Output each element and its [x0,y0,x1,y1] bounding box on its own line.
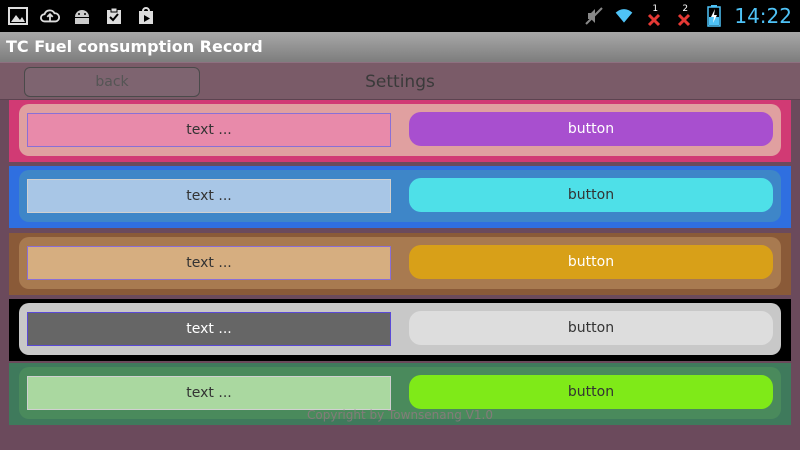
text-field[interactable]: text ... [27,179,391,213]
status-bar: 1 2 14:22 [0,0,800,32]
app-title: TC Fuel consumption Record [6,37,263,56]
theme-row-blue: text ... button [9,166,791,228]
system-icons: 1 2 14:22 [584,4,792,28]
page-title: Settings [365,72,435,92]
clipboard-check-icon [104,6,124,26]
theme-button[interactable]: button [409,245,773,279]
gallery-icon [8,6,28,26]
theme-row-black: text ... button [9,299,791,361]
theme-button[interactable]: button [409,112,773,146]
theme-row-pink: text ... button [9,100,791,162]
theme-button[interactable]: button [409,375,773,409]
mute-icon [584,6,604,26]
app-title-bar: TC Fuel consumption Record [0,32,800,62]
theme-row-brown: text ... button [9,233,791,295]
sim-1-label: 1 [652,4,659,14]
android-icon [72,6,92,26]
text-field[interactable]: text ... [27,113,391,147]
theme-card: text ... button [19,170,781,222]
theme-card: text ... button [19,237,781,289]
signal-1-icon: 1 [644,4,664,27]
text-field[interactable]: text ... [27,376,391,410]
wifi-icon [614,6,634,26]
theme-button[interactable]: button [409,311,773,345]
copyright-text: Copyright by Townsenang V1.0 [307,408,493,422]
play-store-icon [136,6,156,26]
signal-2-icon: 2 [674,4,694,27]
text-field[interactable]: text ... [27,312,391,346]
text-field[interactable]: text ... [27,246,391,280]
sim-2-label: 2 [682,4,689,14]
battery-icon [704,5,724,27]
theme-list: text ... button text ... button text ...… [0,100,800,450]
theme-card: text ... button [19,303,781,355]
notification-icons [8,6,156,26]
settings-header: back Settings [0,62,800,100]
theme-card: text ... button [19,104,781,156]
theme-button[interactable]: button [409,178,773,212]
clock: 14:22 [734,4,792,28]
cloud-upload-icon [40,6,60,26]
